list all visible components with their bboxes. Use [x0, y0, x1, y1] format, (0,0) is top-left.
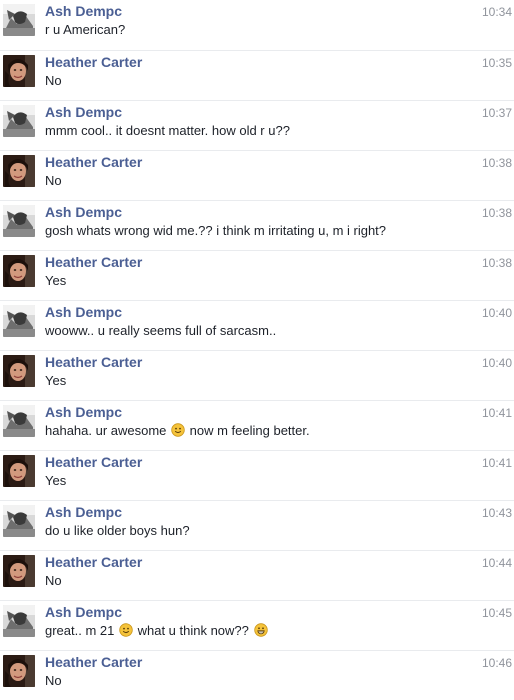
message-row: Ash Dempc 10:34 r u American?	[0, 0, 514, 50]
message-text-segment: Yes	[45, 373, 67, 388]
message-timestamp: 10:40	[481, 356, 512, 370]
message-text: wooww.. u really seems full of sarcasm..	[45, 323, 276, 338]
message-timestamp: 10:44	[481, 556, 512, 570]
message-text: Yes	[45, 473, 66, 488]
message-text: do u like older boys hun?	[45, 523, 190, 538]
message-timestamp: 10:38	[481, 256, 512, 270]
sender-name[interactable]: Ash Dempc	[45, 304, 122, 320]
sender-name[interactable]: Ash Dempc	[45, 3, 122, 19]
message-text-segment: do u like older boys hun?	[45, 523, 190, 538]
heather-avatar-icon[interactable]	[3, 255, 35, 287]
message-timestamp: 10:41	[481, 406, 512, 420]
message-text: No	[45, 173, 62, 188]
message-text-segment: No	[45, 173, 62, 188]
message-timestamp: 10:38	[481, 206, 512, 220]
sender-name[interactable]: Heather Carter	[45, 254, 142, 270]
message-text-segment: wooww.. u really seems full of sarcasm..	[45, 323, 277, 338]
message-timestamp: 10:37	[481, 106, 512, 120]
message-text-segment: No	[45, 573, 62, 588]
sender-name[interactable]: Heather Carter	[45, 554, 142, 570]
message-row: Ash Dempc 10:37 mmm cool.. it doesnt matte…	[0, 100, 514, 150]
message-text-segment: Yes	[45, 273, 67, 288]
message-text-segment: now m feeling better.	[186, 423, 310, 438]
heather-avatar-icon[interactable]	[3, 155, 35, 187]
message-row: Heather Carter 10:38 Yes	[0, 250, 514, 300]
message-text: mmm cool.. it doesnt matter. how old r u…	[45, 123, 290, 138]
heather-avatar-icon[interactable]	[3, 355, 35, 387]
sender-name[interactable]: Ash Dempc	[45, 604, 122, 620]
ash-avatar-icon[interactable]	[3, 405, 35, 437]
message-text: gosh whats wrong wid me.?? i think m irr…	[45, 223, 386, 238]
sender-name[interactable]: Ash Dempc	[45, 504, 122, 520]
message-text: r u American?	[45, 22, 125, 37]
message-timestamp: 10:45	[481, 606, 512, 620]
message-timestamp: 10:41	[481, 456, 512, 470]
message-row: Heather Carter 10:46 No	[0, 650, 514, 700]
message-text: hahaha. ur awesome now m feeling better.	[45, 423, 310, 438]
sender-name[interactable]: Heather Carter	[45, 54, 142, 70]
ash-avatar-icon[interactable]	[3, 605, 35, 637]
message-text: Yes	[45, 373, 66, 388]
sender-name[interactable]: Ash Dempc	[45, 104, 122, 120]
message-text: Yes	[45, 273, 66, 288]
sender-name[interactable]: Heather Carter	[45, 654, 142, 670]
sender-name[interactable]: Heather Carter	[45, 354, 142, 370]
message-timestamp: 10:46	[481, 656, 512, 670]
message-text-segment: hahaha. ur awesome	[45, 423, 171, 438]
heather-avatar-icon[interactable]	[3, 55, 35, 87]
message-text-segment: mmm cool.. it doesnt matter. how old r u…	[45, 123, 290, 138]
message-row: Heather Carter 10:41 Yes	[0, 450, 514, 500]
message-row: Ash Dempc 10:38 gosh whats wrong wid me.??…	[0, 200, 514, 250]
message-text-segment: r u American?	[45, 22, 126, 37]
message-row: Heather Carter 10:38 No	[0, 150, 514, 200]
ash-avatar-icon[interactable]	[3, 505, 35, 537]
message-row: Ash Dempc 10:40 wooww.. u really seems ful…	[0, 300, 514, 350]
message-timestamp: 10:35	[481, 56, 512, 70]
message-row: Heather Carter 10:40 Yes	[0, 350, 514, 400]
message-text: great.. m 21 what u think now??	[45, 623, 269, 638]
grin-emoji-icon	[254, 623, 268, 637]
message-timestamp: 10:38	[481, 156, 512, 170]
message-text-segment: gosh whats wrong wid me.?? i think m irr…	[45, 223, 387, 238]
message-text: No	[45, 73, 62, 88]
message-row: Ash Dempc 10:41 hahaha. ur awesome now m f…	[0, 400, 514, 450]
smile-emoji-icon	[119, 623, 133, 637]
message-text-segment: Yes	[45, 473, 67, 488]
message-row: Ash Dempc 10:45 great.. m 21 what u think …	[0, 600, 514, 650]
message-timestamp: 10:43	[481, 506, 512, 520]
chat-thread: Ash Dempc 10:34 r u American? Heather Carte…	[0, 0, 514, 688]
ash-avatar-icon[interactable]	[3, 4, 35, 36]
ash-avatar-icon[interactable]	[3, 305, 35, 337]
message-text-segment: No	[45, 73, 62, 88]
message-timestamp: 10:34	[481, 5, 512, 19]
message-text-segment: what u think now??	[133, 623, 253, 638]
message-text-segment: great.. m 21	[45, 623, 118, 638]
message-row: Heather Carter 10:35 No	[0, 50, 514, 100]
ash-avatar-icon[interactable]	[3, 105, 35, 137]
ash-avatar-icon[interactable]	[3, 205, 35, 237]
message-row: Heather Carter 10:44 No	[0, 550, 514, 600]
sender-name[interactable]: Heather Carter	[45, 154, 142, 170]
smile-emoji-icon	[171, 423, 185, 437]
heather-avatar-icon[interactable]	[3, 455, 35, 487]
message-row: Ash Dempc 10:43 do u like older boys hun?	[0, 500, 514, 550]
message-text: No	[45, 573, 62, 588]
message-timestamp: 10:40	[481, 306, 512, 320]
sender-name[interactable]: Ash Dempc	[45, 204, 122, 220]
sender-name[interactable]: Heather Carter	[45, 454, 142, 470]
sender-name[interactable]: Ash Dempc	[45, 404, 122, 420]
heather-avatar-icon[interactable]	[3, 555, 35, 587]
heather-avatar-icon[interactable]	[3, 655, 35, 687]
